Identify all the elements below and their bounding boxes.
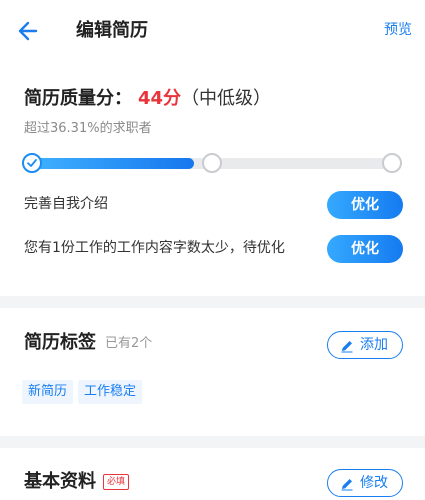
- edit-basic-label: 修改: [360, 475, 388, 491]
- arrow-left-icon: [18, 21, 38, 41]
- page-title: 编辑简历: [76, 20, 148, 41]
- back-button[interactable]: [14, 18, 44, 44]
- score-level: （中低级）: [181, 88, 272, 109]
- check-icon: [27, 159, 37, 167]
- tags-section-title: 简历标签: [24, 332, 96, 353]
- pencil-icon: [341, 341, 353, 353]
- required-badge: 必填: [103, 474, 130, 490]
- preview-button[interactable]: 预览: [384, 19, 412, 41]
- score-value: 44分: [138, 88, 182, 109]
- progress-node-end: [382, 153, 402, 173]
- tags-count: 已有2个: [105, 336, 153, 351]
- tag-item[interactable]: 工作稳定: [78, 380, 143, 404]
- optimize-work-button[interactable]: 优化: [327, 235, 403, 263]
- optimize-intro-button[interactable]: 优化: [327, 191, 403, 219]
- progress-node-start: [22, 153, 42, 173]
- score-label: 简历质量分：: [24, 88, 132, 109]
- edit-basic-button[interactable]: 修改: [327, 469, 403, 497]
- section-divider: [0, 296, 425, 308]
- progress-node-middle: [202, 153, 222, 173]
- task-item-intro: 完善自我介绍: [24, 196, 108, 212]
- resume-score: 简历质量分： 44分（中低级）: [24, 86, 271, 112]
- task-item-work: 您有1份工作的工作内容字数太少，待优化: [24, 240, 285, 256]
- pencil-icon: [341, 479, 353, 491]
- section-divider: [0, 436, 425, 448]
- score-exceed-text: 超过36.31%的求职者: [24, 121, 152, 136]
- basic-section-title: 基本资料: [24, 471, 96, 492]
- top-bar: 编辑简历 预览: [0, 0, 425, 62]
- tag-item[interactable]: 新简历: [22, 380, 74, 404]
- score-progress: [22, 153, 402, 173]
- add-tag-button[interactable]: 添加: [327, 331, 403, 359]
- add-tag-label: 添加: [360, 337, 388, 353]
- progress-fill: [32, 158, 194, 169]
